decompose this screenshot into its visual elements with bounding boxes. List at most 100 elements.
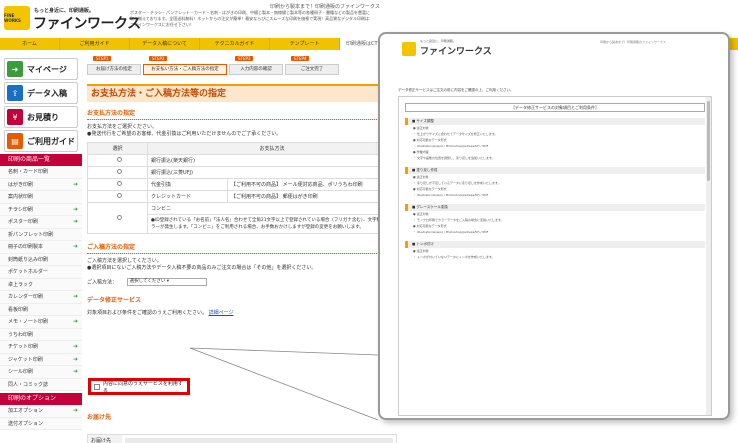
arrow-right-icon: ➜ bbox=[72, 368, 78, 375]
sidebar-item-envelope[interactable]: 封筒紙り込み印刷 bbox=[0, 253, 82, 266]
scrollbar-thumb[interactable] bbox=[707, 101, 710, 181]
radio-cod[interactable] bbox=[116, 181, 122, 186]
item-label: 冊子の印刷製本 bbox=[8, 244, 44, 250]
sidebar: ➜ マイページ ⇪ データ入稿 ¥ お見積り ▤ ご利用ガイド 印刷の商品一覧 … bbox=[0, 56, 82, 443]
item-label: 案内状印刷 bbox=[8, 194, 34, 200]
radio-credit[interactable] bbox=[116, 193, 122, 198]
upload-intro-1: ご入稿方法を選択してください。 bbox=[87, 258, 162, 264]
upload-button[interactable]: ⇪ データ入稿 bbox=[4, 82, 78, 104]
delivery-key: お届け先 bbox=[88, 435, 122, 443]
arrow-right-icon: ➜ bbox=[72, 293, 78, 300]
logo-text[interactable]: ファインワークス bbox=[33, 13, 141, 33]
popup-note: データ修正サービスはご注文の前に内容をご確認の上、ご利用ください。 bbox=[398, 88, 514, 92]
sidebar-item-card[interactable]: 名刺・カード印刷 bbox=[0, 166, 82, 179]
sidebar-item-holder[interactable]: ポケットホルダー bbox=[0, 266, 82, 279]
header-top-text: 印刷から製本まで！印刷通販のファインワークス bbox=[270, 4, 380, 10]
logo-badge[interactable]: FINE WORKS bbox=[4, 6, 30, 30]
sidebar-item-sticker[interactable]: シール印刷 ➜ bbox=[0, 366, 82, 379]
method-label: 銀行振込(三菱UFJ) bbox=[147, 166, 397, 179]
step-label: ご注文完了 bbox=[285, 64, 339, 75]
book-icon: ▤ bbox=[7, 133, 23, 149]
estimate-label: お見積り bbox=[27, 112, 59, 122]
radio-cell[interactable] bbox=[87, 202, 148, 234]
step-label: お支払い方法・ご入稿方法の指定 bbox=[143, 64, 227, 75]
arrow-right-icon: ➜ bbox=[72, 343, 78, 350]
sidebar-item-comic[interactable]: 同人・コミック誌 bbox=[0, 378, 82, 391]
item-label: 送付オプション bbox=[8, 420, 44, 427]
sidebar-item-poster[interactable]: ポスター印刷 ➜ bbox=[0, 216, 82, 229]
radio-bank-mufg[interactable] bbox=[116, 169, 122, 174]
item-label: チケット印刷 bbox=[8, 344, 39, 350]
service-detail-link[interactable]: 詳細ページ bbox=[209, 310, 234, 316]
sidebar-item-fan[interactable]: うちわ印刷 bbox=[0, 328, 82, 341]
item-label: チラシ印刷 bbox=[8, 206, 33, 213]
upload-icon: ⇪ bbox=[7, 85, 23, 101]
page: FINE WORKS もっと身近に、印刷通販。 ファインワークス 印刷から製本ま… bbox=[0, 0, 738, 443]
order-steps: STEP1 お届け方法の指定 STEP2 お支払い方法・ご入稿方法の指定 STEP3… bbox=[87, 56, 417, 80]
table-row[interactable]: 銀行振込(三菱UFJ) bbox=[87, 166, 397, 179]
estimate-button[interactable]: ¥ お見積り bbox=[4, 106, 78, 128]
table-row[interactable]: コンビニ bbox=[87, 202, 397, 234]
step-number: STEP4 bbox=[291, 56, 310, 61]
arrow-right-icon: ➜ bbox=[72, 243, 78, 250]
sidebar-item-signboard[interactable]: 看板印刷 bbox=[0, 303, 82, 316]
radio-cell[interactable] bbox=[87, 166, 148, 179]
sidebar-item-invitation[interactable]: 案内状印刷 bbox=[0, 191, 82, 204]
step-2: STEP2 お支払い方法・ご入稿方法の指定 bbox=[143, 56, 227, 80]
popup-logo-text: ファインワークス bbox=[420, 47, 492, 57]
sidebar-item-flyer[interactable]: チラシ印刷 ➜ bbox=[0, 203, 82, 216]
radio-cell[interactable] bbox=[87, 190, 148, 203]
nav-template[interactable]: テンプレート bbox=[270, 38, 340, 50]
radio-cell[interactable] bbox=[87, 154, 148, 167]
calculator-icon: ¥ bbox=[7, 109, 23, 125]
sidebar-item-booklet[interactable]: 冊子の印刷製本 ➜ bbox=[0, 241, 82, 254]
sidebar-item-memo[interactable]: メモ・ノート印刷 ➜ bbox=[0, 316, 82, 329]
nav-technical[interactable]: テクニカルガイド bbox=[200, 38, 270, 50]
item-label: はがき印刷 bbox=[8, 181, 34, 188]
method-label: 代金引換 bbox=[147, 178, 228, 191]
sidebar-item-rack[interactable]: 卓上ラック bbox=[0, 278, 82, 291]
popup-section: ■ サイズ調整 ● 適正対象 ・ 仕上がりサイズに合わせてデータサイズを修正いた… bbox=[405, 118, 705, 161]
item-label: 封筒紙り込み印刷 bbox=[8, 256, 49, 263]
header-description: ポスター・チラシ・パンフレット・カード・名刺・はがきの印刷、中綴じ製本・無線綴じ… bbox=[130, 10, 370, 27]
upload-method-select[interactable]: 選択してください ▾ bbox=[126, 278, 207, 286]
table-row[interactable]: クレジットカード 【ご利用不可の商品】 郵便はがき印刷 bbox=[87, 190, 397, 203]
sidebar-item-jacket[interactable]: ジャケット印刷 ➜ bbox=[0, 353, 82, 366]
site-header: FINE WORKS もっと身近に、印刷通販。 ファインワークス 印刷から製本ま… bbox=[0, 0, 738, 36]
service-row: 対象項目および条件をご確認のうえご利用ください。 詳細ページ bbox=[87, 310, 417, 317]
sidebar-item-calendar[interactable]: カレンダー印刷 ➜ bbox=[0, 291, 82, 304]
service-agree-checkbox-row[interactable]: 内容に同意のうえサービスを利用する bbox=[88, 378, 190, 395]
item-label: メモ・ノート印刷 bbox=[8, 319, 49, 325]
nav-guide[interactable]: ご利用ガイド bbox=[60, 38, 130, 50]
sidebar-item-postcard[interactable]: はがき印刷 ➜ bbox=[0, 178, 82, 191]
arrow-right-icon: ➜ bbox=[72, 205, 78, 213]
service-heading: データ修正サービス bbox=[87, 296, 142, 304]
popup-section: ■ 塗り足し作成 ● 適正対象 ・ 塗り足しが不足しているデータに塗り足しを作成… bbox=[405, 167, 705, 198]
radio-conveni[interactable] bbox=[116, 214, 122, 220]
radio-bank-rakuten[interactable] bbox=[116, 157, 122, 162]
table-row[interactable]: 銀行振込(楽天銀行) bbox=[87, 154, 397, 167]
sidebar-item-pamphlet[interactable]: 折パンフレット印刷 bbox=[0, 228, 82, 241]
nav-home[interactable]: ホーム bbox=[0, 38, 60, 50]
service-agree-checkbox[interactable] bbox=[94, 383, 100, 390]
item-label: カレンダー印刷 bbox=[8, 294, 44, 300]
sidebar-item-shipping[interactable]: 送付オプション bbox=[0, 417, 82, 430]
popup-frame: [データ修正サービスの対象項目とご利用条件] ■ サイズ調整 ● 適正対象 ・ … bbox=[398, 96, 712, 416]
guide-button[interactable]: ▤ ご利用ガイド bbox=[4, 130, 78, 152]
item-label: 看板印刷 bbox=[8, 306, 29, 313]
sidebar-item-processing[interactable]: 加工オプション ➜ bbox=[0, 405, 82, 418]
table-row[interactable]: 代金引換 【ご利用不可の商品】 メール便対応商品、ポリうちわ印刷 bbox=[87, 178, 397, 191]
step-1: STEP1 お届け方法の指定 bbox=[87, 56, 141, 80]
popup-section: ■ トンボ付け ● 適正対象 ・ トンボが付いていないデータにトンボを作成いたし… bbox=[405, 241, 705, 260]
sidebar-item-ticket[interactable]: チケット印刷 ➜ bbox=[0, 341, 82, 354]
popup-scrollbar[interactable] bbox=[706, 97, 711, 415]
popup-tagline: もっと身近に、印刷通販。 bbox=[420, 39, 456, 43]
radio-cell[interactable] bbox=[87, 178, 148, 191]
delivery-heading: お届け先 bbox=[87, 414, 112, 421]
service-text: 対象項目および条件をご確認のうえご利用ください。 bbox=[87, 309, 208, 316]
item-label: 同人・コミック誌 bbox=[8, 381, 49, 388]
nav-upload-about[interactable]: データ入稿について bbox=[130, 38, 200, 50]
mypage-button[interactable]: ➜ マイページ bbox=[4, 58, 78, 80]
step-3: STEP3 入力内容の確認 bbox=[229, 56, 283, 80]
payment-table: 選択 お支払方法 銀行振込(楽天銀行) 銀行振込(三菱UFJ) 代金引換 【ご利… bbox=[87, 142, 397, 234]
